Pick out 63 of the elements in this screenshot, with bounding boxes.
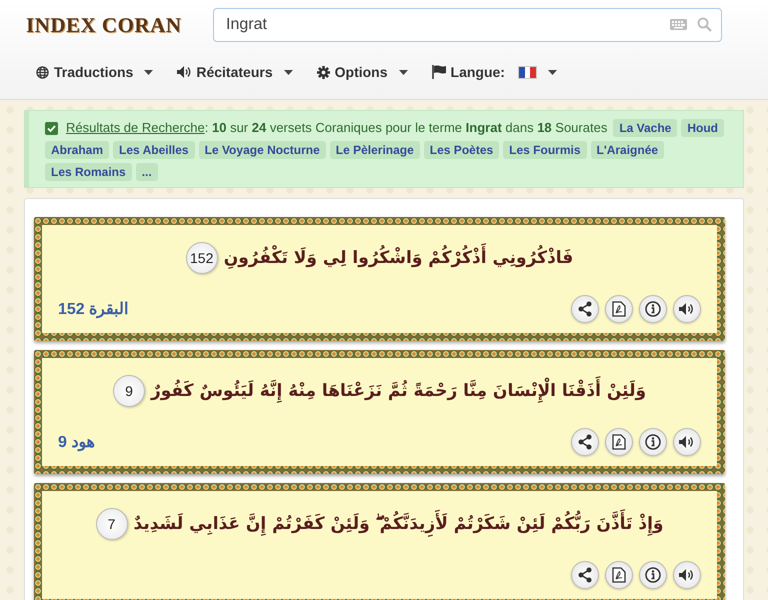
audio-button[interactable] — [673, 428, 701, 456]
results-summary: Résultats de Recherche: 10 sur 24 versets Coraniques pour le terme Ingrat dans 18 Sourates — [66, 120, 608, 136]
surah-tag[interactable]: Le Pèlerinage — [330, 141, 420, 159]
surah-tag[interactable]: Houd — [681, 119, 724, 137]
speaker-icon — [177, 66, 192, 78]
verse-text: فَاذْكُرُونِي أَذْكُرْكُمْ وَاشْكُرُوا لِي وَلَا تَكْفُرُونِ — [224, 239, 574, 277]
surah-tag[interactable]: Les Fourmis — [503, 141, 587, 159]
verse-text: وَلَئِنْ أَذَقْنَا الْإِنْسَانَ مِنَّا رَحْمَةً ثُمَّ نَزَعْنَاهَا مِنْهُ إِنَّهُ لَيَئُوسٌ كَفُورٌ — [150, 372, 646, 410]
verse-number: 9 — [112, 375, 145, 407]
info-icon — [645, 567, 661, 583]
verse-number: 152 — [186, 242, 218, 274]
surah-tag[interactable]: Les Poètes — [424, 141, 500, 159]
info-button[interactable] — [639, 428, 667, 456]
nav-menu[interactable]: Récitateurs — [177, 64, 293, 80]
checkbox[interactable] — [45, 122, 58, 134]
nav-menu[interactable]: Langue: — [432, 64, 557, 80]
surah-tag[interactable]: Abraham — [45, 141, 110, 159]
verse-reference[interactable]: البقرة 152 — [58, 299, 128, 319]
caret-icon — [548, 70, 557, 74]
pdf-icon — [612, 567, 626, 583]
nav-menu[interactable]: Traductions — [36, 64, 154, 80]
share-button[interactable] — [571, 561, 599, 589]
surah-tag[interactable]: ... — [136, 163, 158, 181]
speaker-icon — [679, 568, 695, 582]
nav-label: Traductions — [54, 64, 134, 80]
pdf-button[interactable] — [605, 428, 633, 456]
info-icon — [645, 301, 661, 317]
speaker-icon — [679, 435, 695, 449]
audio-button[interactable] — [673, 295, 701, 323]
share-icon — [577, 434, 593, 450]
gear-icon — [316, 66, 330, 78]
surah-tag[interactable]: Les Romains — [45, 163, 132, 181]
verse-number: 7 — [96, 508, 128, 540]
info-button[interactable] — [639, 561, 667, 589]
site-logo[interactable]: INDEX CORAN — [24, 11, 195, 39]
pdf-button[interactable] — [605, 561, 633, 589]
caret-icon — [398, 70, 408, 74]
verse-reference[interactable]: هود 9 — [58, 432, 94, 452]
info-icon — [645, 434, 661, 450]
speaker-icon — [679, 302, 695, 316]
share-icon — [577, 567, 593, 583]
audio-button[interactable] — [673, 561, 701, 589]
pdf-icon — [612, 434, 626, 450]
surah-tag[interactable]: La Vache — [613, 119, 678, 137]
info-button[interactable] — [639, 295, 667, 323]
flag-icon — [432, 65, 446, 79]
pdf-button[interactable] — [605, 295, 633, 323]
nav-menu[interactable]: Options — [316, 64, 408, 80]
nav-label: Récitateurs — [196, 64, 273, 80]
caret-icon — [144, 70, 154, 74]
nav-label: Langue: — [450, 64, 505, 80]
verse-text: وَإِذْ تَأَذَّنَ رَبُّكُمْ لَئِنْ شَكَرْتُمْ لَأَزِيدَنَّكُمْ ۖ وَلَئِنْ كَفَرْتُمْ إِنَّ عَذَابِي لَشَدِيدٌ — [134, 505, 664, 543]
globe-icon — [36, 66, 49, 78]
surah-tag[interactable]: Le Voyage Nocturne — [198, 141, 326, 159]
nav-label: Options — [334, 64, 388, 80]
share-icon — [577, 301, 593, 317]
surah-tag[interactable]: Les Abeilles — [113, 141, 195, 159]
caret-icon — [284, 70, 293, 74]
share-button[interactable] — [571, 295, 599, 323]
pdf-icon — [612, 301, 626, 317]
share-button[interactable] — [571, 428, 599, 456]
surah-tag[interactable]: L'Araignée — [590, 141, 664, 159]
results-link[interactable]: Résultats de Recherche — [66, 120, 205, 135]
